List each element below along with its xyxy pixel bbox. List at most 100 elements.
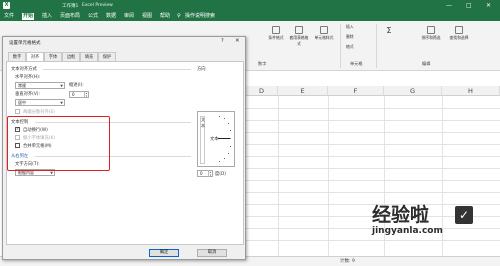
- grid-line: [246, 192, 500, 193]
- format-as-table-button[interactable]: 套用表格格式: [288, 26, 310, 47]
- lightbulb-icon: ♀: [177, 12, 181, 19]
- document-name: 工作簿1: [62, 3, 79, 9]
- cancel-button[interactable]: 取消: [197, 249, 227, 257]
- column-header-e[interactable]: E: [278, 86, 328, 96]
- menu-file[interactable]: 文件: [4, 13, 14, 20]
- close-window-button[interactable]: ✕: [486, 2, 491, 10]
- chevron-down-icon: ▼: [60, 101, 63, 105]
- tab-border[interactable]: 边框: [62, 52, 80, 61]
- degrees-stepper[interactable]: 0 ▴ ▾: [197, 170, 213, 177]
- dialog-title: 设置单元格格式: [9, 41, 41, 46]
- cell-styles-button[interactable]: 单元格样式: [312, 26, 336, 41]
- tab-fill[interactable]: 填充: [80, 52, 98, 61]
- format-cells-button[interactable]: 格式: [346, 44, 362, 50]
- group-number: 数字: [258, 61, 267, 66]
- delete-cells-button[interactable]: 删除: [346, 34, 362, 40]
- title-bar: X 工作簿1 Excel Preview — □ ✕: [0, 0, 500, 11]
- sigma-icon: Σ: [386, 26, 392, 35]
- tab-font[interactable]: 字体: [44, 52, 62, 61]
- horizontal-align-select[interactable]: 常规 ▼: [15, 82, 65, 89]
- column-header-d[interactable]: D: [246, 86, 278, 96]
- menu-review[interactable]: 审阅: [124, 13, 134, 20]
- vertical-text-option[interactable]: 文本: [200, 116, 205, 164]
- ok-button[interactable]: 确定: [149, 249, 179, 257]
- vertical-align-label: 垂直对齐(V):: [15, 92, 40, 97]
- group-cells: 单元格: [350, 61, 363, 66]
- column-header-f[interactable]: F: [328, 86, 384, 96]
- grid-line: [246, 108, 500, 109]
- ribbon-separator: [376, 24, 377, 68]
- help-button[interactable]: ?: [221, 38, 224, 44]
- orientation-control[interactable]: 文本 文本: [197, 111, 235, 167]
- menu-data[interactable]: 数据: [106, 13, 116, 20]
- column-header-g[interactable]: G: [384, 86, 442, 96]
- angle-dot: [219, 116, 221, 118]
- app-name: Excel Preview: [82, 2, 113, 8]
- grid-line: [246, 132, 500, 133]
- autosum-button[interactable]: Σ: [384, 26, 394, 35]
- sort-filter-icon: [427, 26, 435, 34]
- degrees-value: 0: [200, 171, 203, 176]
- orientation-section: 方向: [197, 67, 206, 72]
- tell-me-search[interactable]: 操作说明搜索: [185, 13, 215, 20]
- insert-cells-button[interactable]: 插入: [346, 24, 362, 30]
- sort-filter-label: 排序和筛选: [421, 35, 441, 40]
- maximize-button[interactable]: □: [466, 2, 472, 10]
- grid-line: [246, 120, 500, 121]
- search-icon: [455, 26, 463, 34]
- status-count: 计数: 9: [340, 259, 355, 264]
- excel-logo-icon: X: [3, 2, 10, 9]
- grid-line: [246, 144, 500, 145]
- orientation-text-label: 文本: [210, 137, 219, 142]
- minimize-button[interactable]: —: [446, 2, 452, 10]
- menu-formulas[interactable]: 公式: [88, 13, 98, 20]
- column-header-h[interactable]: H: [442, 86, 500, 96]
- insert-cells-label: 插入: [346, 24, 354, 29]
- angle-dot: [228, 123, 230, 125]
- orientation-needle: [218, 138, 230, 139]
- menu-page-layout[interactable]: 页面布局: [60, 13, 80, 20]
- watermark-text: 经验啦: [372, 204, 430, 226]
- watermark: 经验啦 jingyanla.com ✓: [372, 204, 473, 236]
- menu-view[interactable]: 视图: [142, 13, 152, 20]
- menu-help[interactable]: 帮助: [160, 13, 170, 20]
- cell-styles-icon: [320, 26, 328, 34]
- tab-number[interactable]: 数字: [8, 52, 26, 61]
- menu-bar: 文件 开始 插入 页面布局 公式 数据 审阅 视图 帮助 ♀ 操作说明搜索: [0, 11, 500, 21]
- find-select-label: 查找和选择: [449, 35, 469, 40]
- sort-filter-button[interactable]: 排序和筛选: [418, 26, 444, 41]
- text-alignment-section: 文本对齐方式: [11, 67, 37, 72]
- angle-dot: [219, 161, 221, 163]
- angle-dot: [230, 130, 232, 132]
- delete-cells-label: 删除: [346, 34, 354, 39]
- conditional-format-icon: [272, 26, 280, 34]
- menu-home[interactable]: 开始: [22, 12, 35, 20]
- conditional-format-button[interactable]: 条件格式: [266, 26, 286, 41]
- grid-line: [246, 168, 500, 169]
- dialog-close-button[interactable]: ✕: [235, 38, 240, 44]
- indent-label: 缩进(I):: [69, 83, 84, 88]
- conditional-format-label: 条件格式: [268, 35, 284, 40]
- horizontal-align-label: 水平对齐(H):: [15, 75, 41, 80]
- chevron-down-icon: ▼: [60, 84, 63, 88]
- watermark-url: jingyanla.com: [372, 226, 443, 236]
- degrees-label: 度(D): [215, 172, 226, 177]
- angle-dot: [224, 158, 226, 160]
- justify-distributed-checkbox[interactable]: [15, 109, 20, 114]
- angle-dot: [224, 118, 226, 120]
- indent-stepper[interactable]: 0 ▴ ▾: [69, 91, 89, 98]
- tab-protection[interactable]: 保护: [98, 52, 116, 61]
- vertical-align-value: 居中: [18, 100, 26, 105]
- format-cells-label: 格式: [346, 44, 354, 49]
- menu-insert[interactable]: 插入: [42, 13, 52, 20]
- group-editing: 编辑: [422, 61, 431, 66]
- horizontal-align-value: 常规: [18, 83, 26, 88]
- vertical-align-select[interactable]: 居中 ▼: [15, 99, 65, 106]
- orientation-handle[interactable]: [230, 137, 232, 139]
- angle-dot: [228, 153, 230, 155]
- find-select-button[interactable]: 查找和选择: [446, 26, 472, 41]
- spin-arrows-icon: ▴ ▾: [208, 170, 212, 177]
- highlight-box: [7, 116, 110, 171]
- section-divider: [43, 68, 191, 70]
- table-icon: [295, 26, 303, 34]
